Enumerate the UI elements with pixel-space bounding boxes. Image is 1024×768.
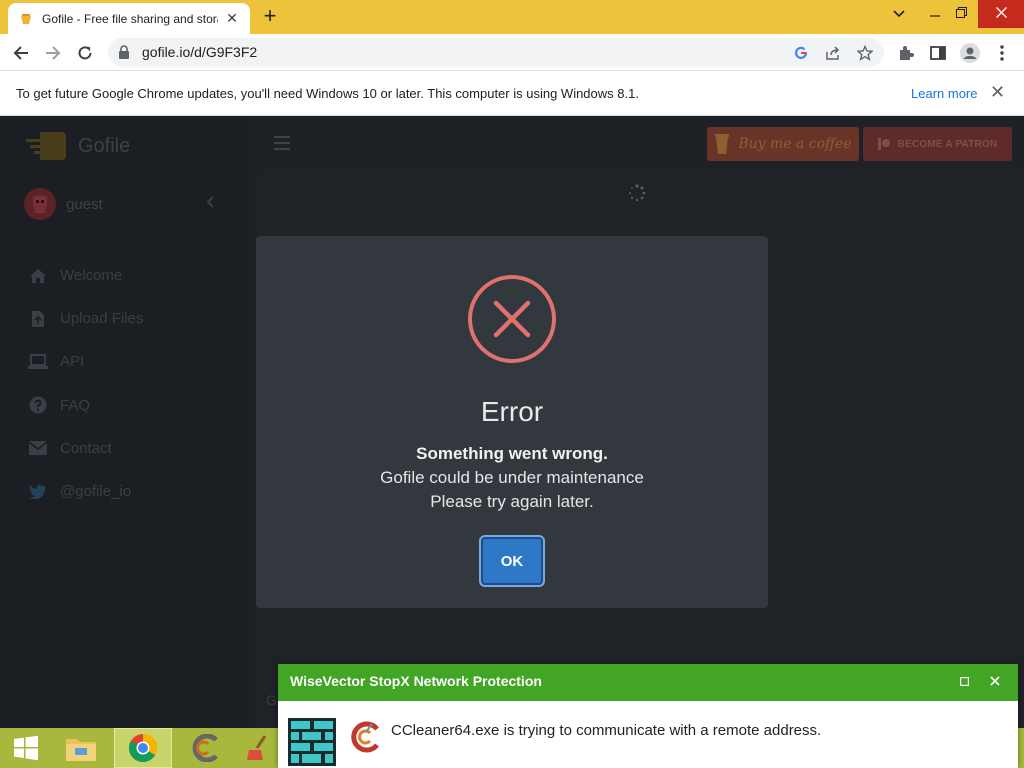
buy-me-a-coffee-button[interactable]: Buy me a coffee — [707, 127, 859, 161]
sidebar-item-welcome[interactable]: Welcome — [28, 254, 143, 297]
twitter-icon — [28, 482, 48, 502]
patreon-icon — [877, 138, 890, 150]
top-navbar: Buy me a coffee BECOME A PATRON — [248, 116, 1024, 172]
chrome-taskbar-icon[interactable] — [114, 728, 172, 768]
gofile-logo-icon — [26, 132, 66, 160]
sidebar-item-label: Upload Files — [60, 310, 144, 328]
ok-button[interactable]: OK — [481, 537, 543, 585]
sidebar-item-label: Welcome — [60, 267, 123, 285]
window-close-button[interactable] — [978, 0, 1024, 28]
sidebar-item-contact[interactable]: Contact — [28, 427, 143, 470]
infobar-close-icon[interactable]: ✕ — [990, 82, 1005, 103]
loading-spinner-icon — [629, 184, 646, 202]
guest-avatar-icon — [24, 188, 56, 220]
infobar-message: To get future Google Chrome updates, you… — [16, 86, 639, 101]
google-lens-icon[interactable] — [792, 44, 810, 62]
update-infobar: To get future Google Chrome updates, you… — [0, 71, 1024, 116]
screen: Gofile - Free file sharing and storage ✕… — [0, 0, 1024, 768]
file-explorer-taskbar-icon[interactable] — [58, 728, 104, 768]
kebab-menu-icon[interactable] — [992, 43, 1012, 63]
sidebar-item-api[interactable]: API — [28, 340, 143, 383]
new-tab-button[interactable]: + — [258, 5, 282, 29]
laptop-icon — [28, 352, 48, 372]
notification-message: CCleaner64.exe is trying to communicate … — [391, 722, 822, 739]
windows-start-button[interactable] — [0, 728, 52, 768]
coffee-cup-icon — [715, 134, 730, 154]
restore-button[interactable] — [944, 0, 978, 28]
brand-name: Gofile — [78, 134, 131, 157]
browser-toolbar: gofile.io/d/G9F3F2 — [0, 34, 1024, 71]
firewall-brick-icon — [288, 718, 336, 766]
error-x-circle-icon — [468, 275, 556, 363]
dialog-message-line: Gofile could be under maintenance — [380, 468, 644, 487]
error-dialog: Error Something went wrong. Gofile could… — [256, 236, 768, 608]
become-a-patron-label: BECOME A PATRON — [897, 138, 998, 150]
sidebar-item-upload-files[interactable]: Upload Files — [28, 297, 143, 340]
sidebar: Gofile guest Welcome Upload Files API FA… — [0, 116, 248, 728]
back-arrow-icon[interactable] — [8, 40, 34, 66]
browser-tab[interactable]: Gofile - Free file sharing and storage ✕ — [8, 3, 250, 34]
sidebar-item-label: API — [60, 353, 85, 371]
cleaner-broom-taskbar-icon[interactable] — [238, 728, 278, 768]
forward-arrow-icon[interactable] — [40, 40, 66, 66]
become-a-patron-button[interactable]: BECOME A PATRON — [863, 127, 1012, 161]
sidebar-item-label: @gofile_io — [60, 483, 132, 501]
buy-me-a-coffee-label: Buy me a coffee — [738, 136, 852, 152]
windows-logo-icon — [14, 735, 38, 761]
collapse-chevron-icon[interactable] — [206, 195, 234, 213]
envelope-icon — [28, 438, 48, 458]
ccleaner-taskbar-icon[interactable] — [182, 728, 228, 768]
hamburger-menu-icon[interactable] — [274, 136, 290, 150]
lock-icon[interactable] — [118, 45, 130, 64]
address-bar[interactable]: gofile.io/d/G9F3F2 — [108, 38, 884, 67]
tab-title: Gofile - Free file sharing and storage — [42, 11, 218, 26]
browser-titlebar: Gofile - Free file sharing and storage ✕… — [0, 0, 1024, 34]
home-icon — [28, 266, 48, 286]
sidebar-item-twitter[interactable]: @gofile_io — [28, 470, 143, 513]
tab-search-chevron-icon[interactable] — [882, 0, 916, 28]
notification-header: WiseVector StopX Network Protection — [278, 664, 1018, 701]
dialog-title: Error — [480, 396, 544, 427]
side-panel-icon[interactable] — [928, 43, 948, 63]
ccleaner-app-icon — [351, 721, 379, 753]
notification-title: WiseVector StopX Network Protection — [290, 673, 542, 689]
brand-logo[interactable]: Gofile — [26, 130, 130, 162]
file-upload-icon — [28, 309, 48, 329]
notification-close-icon[interactable] — [983, 669, 1007, 693]
sidebar-item-label: FAQ — [60, 396, 91, 414]
username: guest — [66, 195, 103, 213]
dialog-strong-message: Something went wrong. — [416, 444, 608, 463]
reload-icon[interactable] — [72, 40, 98, 66]
extensions-puzzle-icon[interactable] — [896, 43, 916, 63]
footer-text-fragment: G — [266, 692, 277, 708]
url-text[interactable]: gofile.io/d/G9F3F2 — [142, 44, 257, 60]
stopx-notification: WiseVector StopX Network Protection CCle… — [278, 664, 1018, 768]
dialog-message-line: Please try again later. — [430, 492, 594, 511]
user-profile[interactable]: guest — [24, 188, 234, 220]
question-icon — [28, 395, 48, 415]
sidebar-item-label: Contact — [60, 439, 112, 457]
notification-maximize-icon[interactable] — [952, 669, 976, 693]
bookmark-star-icon[interactable] — [856, 44, 874, 62]
gofile-favicon-icon — [18, 11, 34, 27]
share-icon[interactable] — [824, 44, 842, 62]
sidebar-item-faq[interactable]: FAQ — [28, 384, 143, 427]
tab-close-icon[interactable]: ✕ — [224, 10, 240, 27]
profile-avatar-icon[interactable] — [960, 43, 980, 63]
learn-more-link[interactable]: Learn more — [911, 86, 977, 101]
sidebar-menu: Welcome Upload Files API FAQ Contact @go… — [28, 254, 143, 513]
